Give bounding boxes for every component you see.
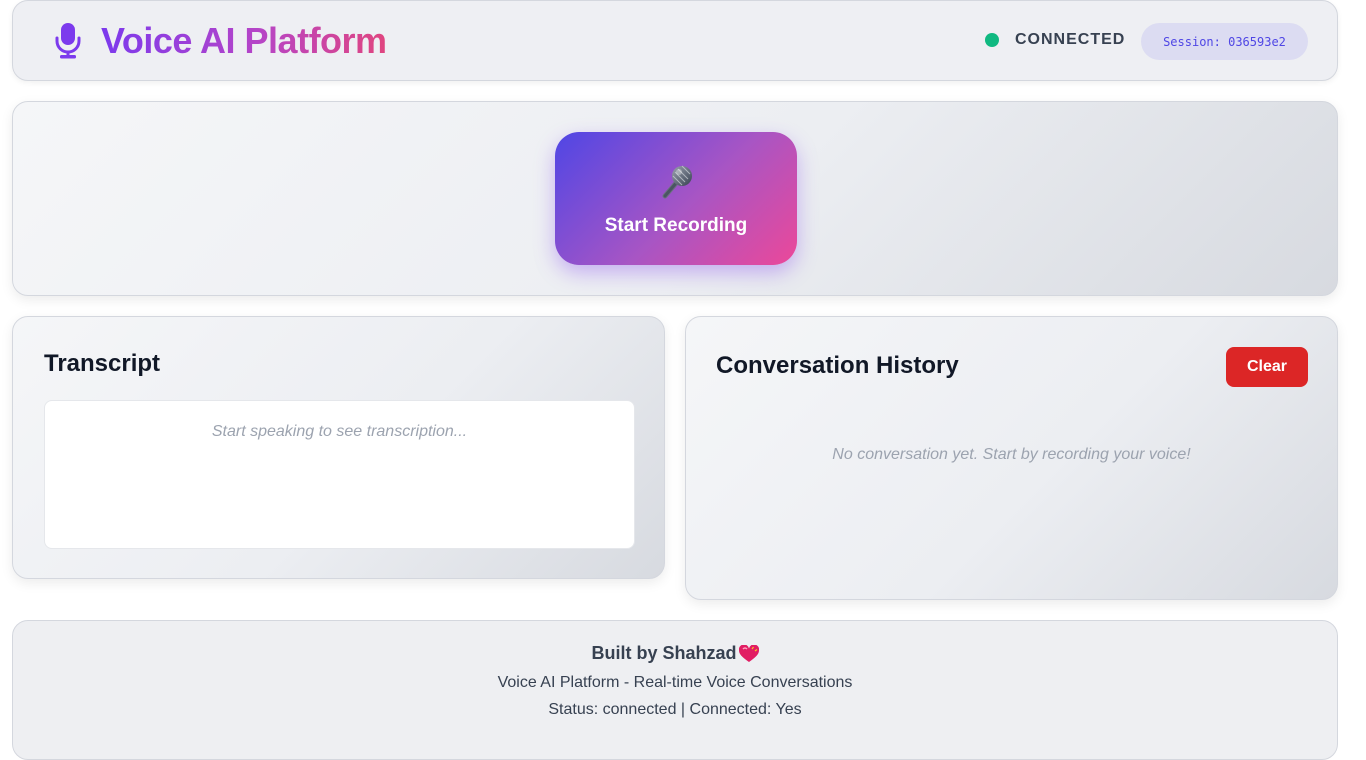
footer-credit: Built by Shahzad (591, 643, 759, 664)
microphone-icon (55, 23, 81, 59)
connection-status-text: CONNECTED (1015, 31, 1126, 48)
heart-icon (738, 644, 759, 662)
start-recording-label: Start Recording (604, 214, 748, 236)
footer-status-line: Status: connected | Connected: Yes (548, 701, 802, 718)
footer: Built by Shahzad Voice AI Platform - Rea… (12, 620, 1338, 760)
record-panel: Start Recording (12, 101, 1338, 296)
status-dot-icon (985, 33, 999, 47)
clear-button[interactable]: Clear (1226, 347, 1308, 387)
connection-status: CONNECTED (985, 31, 1125, 49)
footer-subtitle: Voice AI Platform - Real-time Voice Conv… (497, 674, 853, 691)
brand: Voice AI Platform (53, 19, 387, 63)
history-empty-message: No conversation yet. Start by recording … (832, 446, 1191, 463)
footer-credit-text: Built by Shahzad (591, 643, 737, 663)
microphone-icon (662, 165, 692, 198)
app-header: Voice AI Platform CONNECTED Session: 036… (12, 0, 1338, 81)
transcript-box: Start speaking to see transcription... (44, 400, 635, 549)
app-title: Voice AI Platform (101, 20, 387, 61)
start-recording-button[interactable]: Start Recording (555, 132, 797, 265)
transcript-title: Transcript (44, 350, 161, 377)
conversation-history-panel: Conversation History Clear No conversati… (685, 316, 1338, 600)
transcript-panel: Transcript Start speaking to see transcr… (12, 316, 665, 579)
history-title: Conversation History (716, 352, 959, 379)
session-badge: Session: 036593e2 (1141, 23, 1308, 60)
transcript-placeholder: Start speaking to see transcription... (211, 423, 468, 440)
